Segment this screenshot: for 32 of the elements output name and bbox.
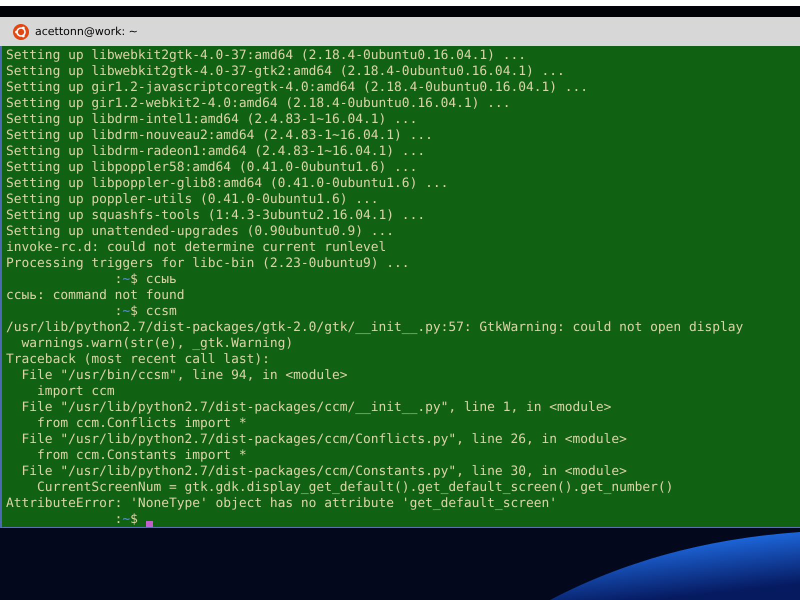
terminal-line: Setting up libdrm-intel1:amd64 (2.4.83-1~16.04.1) ... <box>6 112 418 128</box>
terminal-line: /usr/lib/python2.7/dist-packages/gtk-2.0/gtk/__init__.py:57: GtkWarning: could not open display <box>6 320 744 336</box>
terminal-line: import ccm <box>36 384 116 400</box>
terminal-line: from ccm.Conflicts import * <box>36 416 248 432</box>
logo-icon <box>13 24 29 40</box>
terminal-line: ссыь: command not found <box>6 288 186 304</box>
prompt-line: :~$ ccsm <box>114 304 177 320</box>
terminal-line: from ccm.Constants import * <box>36 448 248 464</box>
terminal-line: Processing triggers for libc-bin (2.23-0ubuntu9) ... <box>6 256 411 272</box>
terminal-line: Setting up libwebkit2gtk-4.0-37-gtk2:amd64 (2.18.4-0ubuntu0.16.04.1) ... <box>6 64 566 80</box>
terminal-line: Setting up libpoppler58:amd64 (0.41.0-0ubuntu1.6) ... <box>6 160 418 176</box>
terminal-line: Setting up squashfs-tools (1:4.3-3ubuntu2.16.04.1) ... <box>6 208 426 224</box>
terminal-line: warnings.warn(str(e), _gtk.Warning) <box>20 336 294 352</box>
terminal-line: Setting up libpoppler-glib8:amd64 (0.41.0-0ubuntu1.6) ... <box>6 176 450 192</box>
terminal-line: Setting up libdrm-radeon1:amd64 (2.4.83-1~16.04.1) ... <box>6 144 426 160</box>
terminal-line: Setting up libdrm-nouveau2:amd64 (2.4.83-1~16.04.1) ... <box>6 128 434 144</box>
terminal-line: Setting up unattended-upgrades (0.90ubuntu0.9) ... <box>6 224 396 240</box>
terminal-line: Setting up libwebkit2gtk-4.0-37:amd64 (2.18.4-0ubuntu0.16.04.1) ... <box>6 48 527 64</box>
terminal-line: File "/usr/lib/python2.7/dist-packages/ccm/Constants.py", line 30, in <module> <box>20 464 628 480</box>
prompt-line: :~$ ссыь <box>114 272 177 288</box>
terminal-line: invoke-rc.d: could not determine current runlevel <box>6 240 388 256</box>
prompt-line: :~$ <box>114 512 139 528</box>
terminal-line: File "/usr/bin/ccsm", line 94, in <module> <box>20 368 348 384</box>
window-title: acettonn@work: ~ <box>35 25 138 38</box>
terminal-line: Setting up gir1.2-webkit2-4.0:amd64 (2.18.4-0ubuntu0.16.04.1) ... <box>6 96 512 112</box>
terminal-line: File "/usr/lib/python2.7/dist-packages/ccm/__init__.py", line 1, in <module> <box>20 400 612 416</box>
terminal-line: Setting up gir1.2-javascriptcoregtk-4.0:amd64 (2.18.4-0ubuntu0.16.04.1) ... <box>6 80 590 96</box>
terminal-line: File "/usr/lib/python2.7/dist-packages/ccm/Conflicts.py", line 26, in <module> <box>20 432 628 448</box>
terminal-line: CurrentScreenNum = gtk.gdk.display_get_default().get_default_screen().get_number() <box>36 480 674 496</box>
terminal-line: Traceback (most recent call last): <box>6 352 271 368</box>
terminal-line: Setting up poppler-utils (0.41.0-0ubuntu1.6) ... <box>6 192 380 208</box>
terminal-line: AttributeError: 'NoneType' object has no attribute 'get_default_screen' <box>6 496 558 512</box>
